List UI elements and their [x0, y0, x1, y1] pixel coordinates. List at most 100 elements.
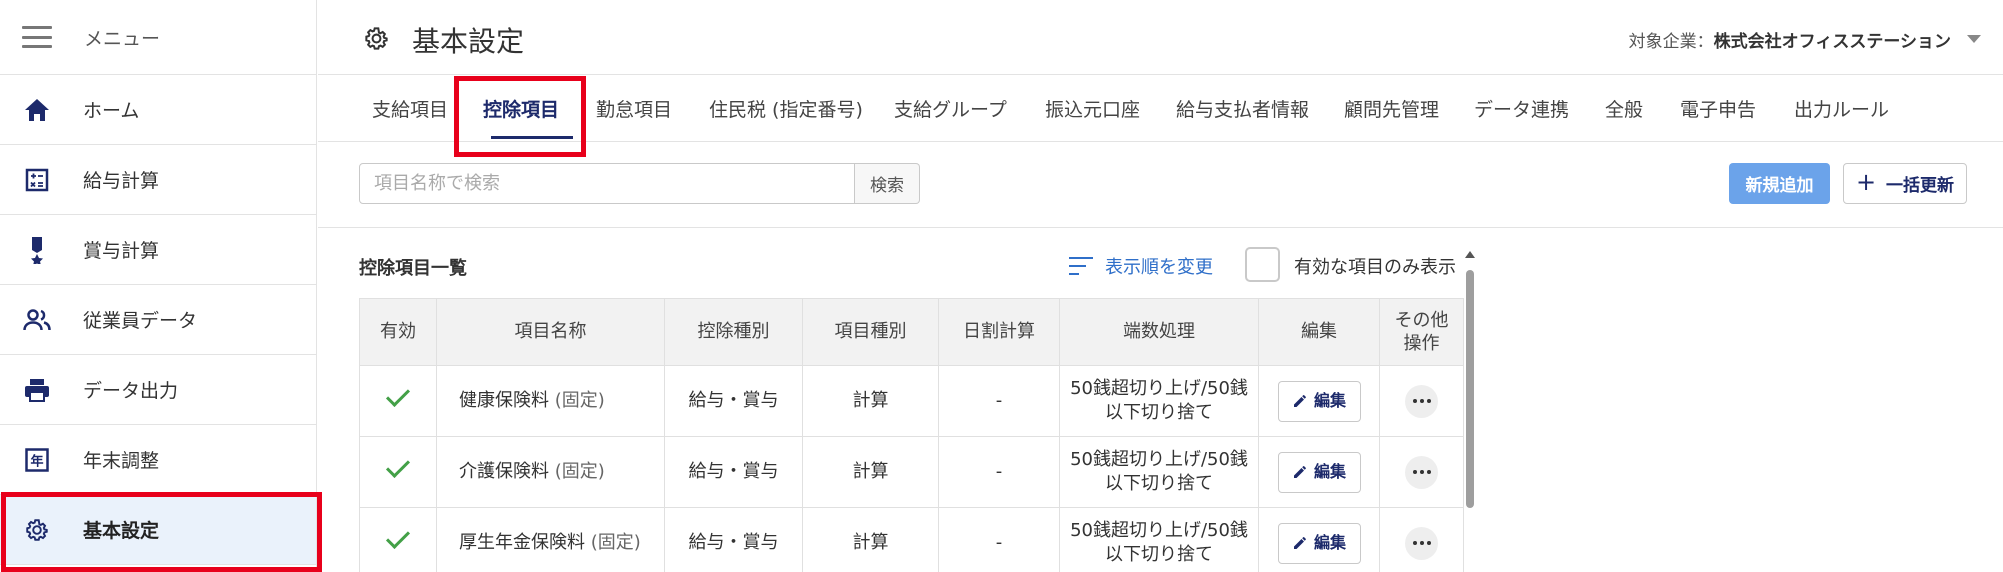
company-name: 株式会社オフィスステーション [1713, 32, 1951, 52]
sidebar-item-label: 基本設定 [83, 520, 160, 542]
change-order-link[interactable]: 表示順を変更 [1069, 253, 1213, 279]
item-kind-cell: 計算 [802, 365, 939, 437]
page-title: 基本設定 [412, 25, 525, 58]
column-header-other: その他 操作 [1379, 298, 1464, 366]
daily-calc-cell: - [938, 436, 1060, 508]
column-header: 端数処理 [1059, 298, 1259, 366]
rounding-line: 50銭超切り上げ/50銭 [1070, 377, 1248, 399]
printer-icon [22, 375, 52, 405]
rounding-cell: 50銭超切り上げ/50銭 以下切り捨て [1059, 365, 1259, 437]
sidebar-item-home[interactable]: ホーム [0, 75, 316, 145]
calculator-icon [22, 165, 52, 195]
tab-payer-info[interactable]: 給与支払者情報 [1176, 95, 1309, 122]
more-cell [1379, 507, 1464, 572]
main-content: 基本設定 対象企業：株式会社オフィスステーション 支給項目 控除項目 勤怠項目 … [318, 0, 2003, 572]
change-order-label: 表示順を変更 [1105, 257, 1213, 278]
item-name-sub: (固定) [554, 389, 605, 411]
rounding-line: 以下切り捨て [1105, 473, 1213, 494]
sidebar-item-label: ホーム [83, 100, 140, 122]
tab-deduction-items[interactable]: 控除項目 [483, 95, 559, 122]
search-button[interactable]: 検索 [855, 163, 920, 204]
new-item-button[interactable]: 新規追加 [1729, 163, 1830, 204]
item-name: 健康保険料 [459, 389, 549, 411]
table-header-row: 有効 項目名称 控除種別 項目種別 日割計算 端数処理 編集 その他 操作 [359, 298, 1464, 366]
company-selector[interactable]: 対象企業：株式会社オフィスステーション [1629, 27, 1951, 52]
scroll-up-arrow-icon[interactable] [1465, 251, 1475, 258]
bulk-update-button[interactable]: + 一括更新 [1843, 163, 1967, 204]
column-header-line: その他 [1394, 309, 1449, 331]
edit-button[interactable]: 編集 [1277, 380, 1361, 422]
edit-label: 編集 [1313, 462, 1346, 482]
divider [318, 227, 2003, 228]
hamburger-menu-icon[interactable] [22, 26, 52, 48]
sidebar: メニュー ホーム 給与計算 賞与計算 従業員データ データ出力 年 年末調整 基… [0, 0, 317, 572]
settings-tabs: 支給項目 控除項目 勤怠項目 住民税 (指定番号) 支給グループ 振込元口座 給… [318, 76, 2003, 142]
pencil-icon [1293, 395, 1306, 407]
edit-label: 編集 [1313, 533, 1346, 553]
column-header: 控除種別 [664, 298, 803, 366]
more-cell [1379, 365, 1464, 437]
item-name-sub: (固定) [590, 531, 641, 553]
tab-general[interactable]: 全般 [1605, 95, 1643, 122]
edit-button[interactable]: 編集 [1277, 451, 1361, 493]
sidebar-item-payroll[interactable]: 給与計算 [0, 145, 316, 215]
deduction-type-cell: 給与・賞与 [664, 436, 803, 508]
item-name-cell: 介護保険料 (固定) [436, 436, 665, 508]
sidebar-item-label: 従業員データ [83, 310, 198, 332]
year-icon: 年 [22, 445, 52, 475]
home-icon [22, 95, 52, 125]
settings-gear-icon [363, 25, 390, 52]
active-only-checkbox[interactable] [1245, 247, 1280, 282]
sidebar-item-employees[interactable]: 従業員データ [0, 285, 316, 355]
table-row: 厚生年金保険料 (固定) 給与・賞与 計算 - 50銭超切り上げ/50銭 以下切り… [359, 507, 1464, 572]
sidebar-item-label: 年末調整 [83, 450, 160, 472]
item-name: 介護保険料 [459, 460, 549, 482]
active-tab-indicator [491, 136, 573, 139]
rounding-cell: 50銭超切り上げ/50銭 以下切り捨て [1059, 507, 1259, 572]
tab-client-management[interactable]: 顧問先管理 [1344, 95, 1439, 122]
medal-icon [22, 235, 52, 265]
tab-e-filing[interactable]: 電子申告 [1680, 95, 1756, 122]
column-header: 日割計算 [938, 298, 1060, 366]
more-options-icon[interactable] [1405, 384, 1438, 418]
table-row: 介護保険料 (固定) 給与・賞与 計算 - 50銭超切り上げ/50銭 以下切り捨て… [359, 436, 1464, 508]
column-header: 有効 [359, 298, 437, 366]
sidebar-header[interactable]: メニュー [0, 0, 316, 75]
column-header: 項目名称 [436, 298, 665, 366]
sidebar-item-year-end[interactable]: 年 年末調整 [0, 425, 316, 495]
daily-calc-cell: - [938, 507, 1060, 572]
rounding-cell: 50銭超切り上げ/50銭 以下切り捨て [1059, 436, 1259, 508]
header: 基本設定 対象企業：株式会社オフィスステーション [318, 0, 2003, 75]
more-options-icon[interactable] [1405, 526, 1438, 560]
check-icon [385, 382, 411, 407]
search-input[interactable] [359, 163, 855, 204]
edit-cell: 編集 [1258, 507, 1380, 572]
sidebar-item-label: 給与計算 [83, 170, 160, 192]
rounding-line: 50銭超切り上げ/50銭 [1070, 519, 1248, 541]
tab-payment-items[interactable]: 支給項目 [372, 95, 448, 122]
item-name-cell: 健康保険料 (固定) [436, 365, 665, 437]
sidebar-item-label: データ出力 [83, 380, 179, 402]
item-name: 厚生年金保険料 [459, 531, 585, 553]
check-icon [385, 453, 411, 478]
tab-transfer-account[interactable]: 振込元口座 [1045, 95, 1140, 122]
sidebar-item-bonus[interactable]: 賞与計算 [0, 215, 316, 285]
chevron-down-icon[interactable] [1967, 35, 1981, 43]
column-header: 項目種別 [802, 298, 939, 366]
tab-payment-groups[interactable]: 支給グループ [894, 95, 1007, 122]
table-scrollbar[interactable] [1466, 270, 1474, 508]
tab-output-rules[interactable]: 出力ルール [1794, 95, 1889, 122]
sidebar-item-label: 賞与計算 [83, 240, 160, 262]
tab-resident-tax[interactable]: 住民税 (指定番号) [709, 95, 863, 122]
menu-label: メニュー [84, 27, 161, 50]
tab-attendance-items[interactable]: 勤怠項目 [596, 95, 672, 122]
edit-button[interactable]: 編集 [1277, 522, 1361, 564]
more-options-icon[interactable] [1405, 455, 1438, 489]
rounding-line: 50銭超切り上げ/50銭 [1070, 448, 1248, 470]
company-prefix: 対象企業： [1628, 32, 1714, 52]
sidebar-item-settings[interactable]: 基本設定 [0, 495, 316, 565]
tab-data-integration[interactable]: データ連携 [1474, 95, 1569, 122]
deduction-type-cell: 給与・賞与 [664, 507, 803, 572]
sidebar-item-data-output[interactable]: データ出力 [0, 355, 316, 425]
active-cell [359, 436, 437, 508]
